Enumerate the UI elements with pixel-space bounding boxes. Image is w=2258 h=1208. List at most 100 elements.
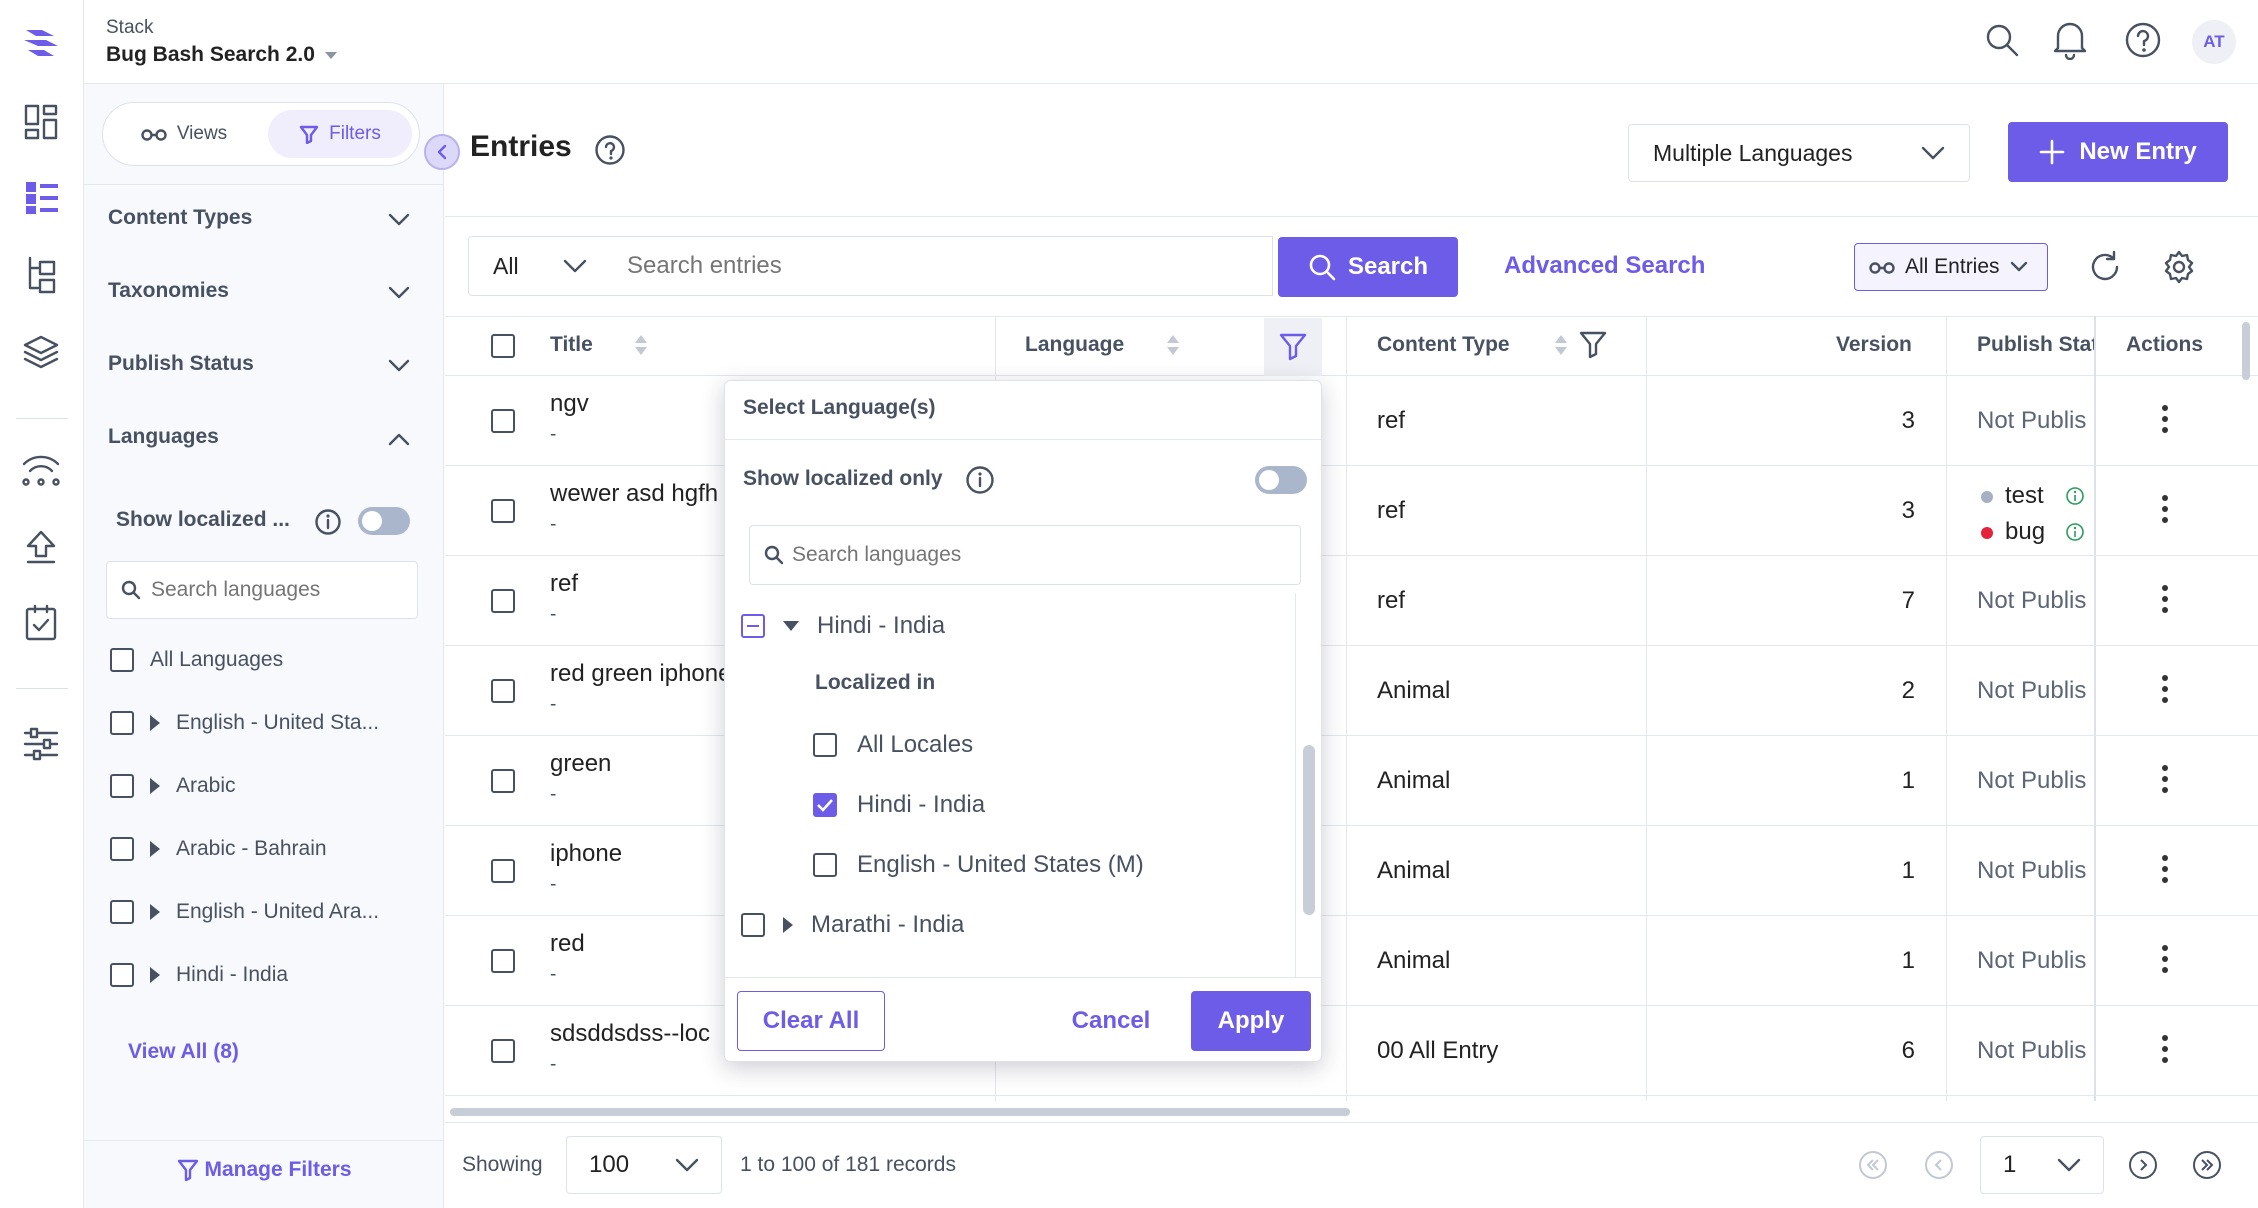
collapse-sidebar-button[interactable]	[424, 134, 460, 170]
search-button[interactable]: Search	[1278, 237, 1458, 297]
last-page-icon[interactable]	[2192, 1150, 2222, 1180]
row-checkbox[interactable]	[491, 409, 515, 433]
table-row[interactable]: ref - ref 7 Not Publis	[445, 556, 2258, 646]
releases-icon[interactable]	[20, 452, 62, 488]
row-actions-icon[interactable]	[2162, 405, 2168, 438]
logo-icon[interactable]	[22, 24, 60, 60]
entries-icon[interactable]	[24, 180, 60, 216]
entry-title[interactable]: sdsddsdss--loc	[550, 1020, 730, 1048]
marathi-group[interactable]: Marathi - India	[741, 911, 964, 939]
expand-icon[interactable]	[150, 841, 160, 857]
checkbox[interactable]	[813, 733, 837, 757]
column-version[interactable]: Version	[1836, 333, 1912, 357]
bell-icon[interactable]	[2052, 20, 2088, 60]
settings-sliders-icon[interactable]	[22, 726, 60, 762]
show-localized-only-toggle[interactable]	[1255, 466, 1307, 494]
entry-title[interactable]: red	[550, 930, 730, 958]
sidebar-search-languages[interactable]	[106, 561, 418, 619]
column-publish-status[interactable]: Publish Stat	[1977, 333, 2095, 357]
expand-icon[interactable]	[783, 917, 793, 933]
table-row[interactable]: sdsddsdss--loc - 00 All Entry 6 Not Publis	[445, 1006, 2258, 1096]
column-title[interactable]: Title	[550, 333, 593, 357]
expand-icon[interactable]	[150, 778, 160, 794]
prev-page-icon[interactable]	[1924, 1150, 1954, 1180]
column-language[interactable]: Language	[1025, 333, 1124, 357]
row-actions-icon[interactable]	[2162, 855, 2168, 888]
row-checkbox[interactable]	[491, 499, 515, 523]
tasks-icon[interactable]	[24, 604, 58, 642]
page-number-select[interactable]: 1	[1980, 1136, 2104, 1194]
language-item[interactable]: Hindi - India	[110, 963, 288, 987]
new-entry-button[interactable]: New Entry	[2008, 122, 2228, 182]
expand-icon[interactable]	[150, 904, 160, 920]
search-scope-select[interactable]: All	[468, 236, 612, 296]
locale-item[interactable]: All Locales	[813, 731, 973, 759]
checkbox[interactable]	[110, 774, 134, 798]
select-all-checkbox[interactable]	[491, 334, 515, 358]
table-row[interactable]: wewer asd hgfh - ref 3 test bug	[445, 466, 2258, 556]
hindi-group[interactable]: Hindi - India	[741, 612, 945, 640]
show-localized-toggle[interactable]	[358, 507, 410, 535]
funnel-icon[interactable]	[1578, 330, 1608, 360]
checkbox[interactable]	[110, 837, 134, 861]
checkbox[interactable]	[813, 853, 837, 877]
avatar[interactable]: AT	[2192, 20, 2236, 64]
language-select[interactable]: Multiple Languages	[1628, 124, 1970, 182]
row-actions-icon[interactable]	[2162, 1035, 2168, 1068]
expand-icon[interactable]	[150, 715, 160, 731]
search-entries-input[interactable]	[611, 236, 1273, 296]
search-languages-input[interactable]	[151, 578, 411, 602]
row-checkbox[interactable]	[491, 1039, 515, 1063]
row-actions-icon[interactable]	[2162, 765, 2168, 798]
language-item[interactable]: English - United Sta...	[110, 711, 379, 735]
section-content-types[interactable]: Content Types	[108, 206, 412, 230]
collapse-icon[interactable]	[783, 621, 799, 631]
advanced-search-link[interactable]: Advanced Search	[1504, 252, 1705, 280]
language-item[interactable]: Arabic - Bahrain	[110, 837, 327, 861]
row-checkbox[interactable]	[491, 949, 515, 973]
checkbox[interactable]	[110, 963, 134, 987]
language-item[interactable]: English - United Ara...	[110, 900, 379, 924]
gear-icon[interactable]	[2162, 250, 2196, 284]
info-icon[interactable]	[965, 465, 995, 495]
entry-title[interactable]: wewer asd hgfh	[550, 480, 730, 508]
apply-button[interactable]: Apply	[1191, 991, 1311, 1051]
content-models-icon[interactable]	[24, 256, 58, 294]
expand-icon[interactable]	[150, 967, 160, 983]
chevron-up-icon[interactable]	[388, 432, 410, 446]
row-actions-icon[interactable]	[2162, 675, 2168, 708]
table-row[interactable]: red - Animal 1 Not Publis	[445, 916, 2258, 1006]
row-actions-icon[interactable]	[2162, 585, 2168, 618]
view-all-link[interactable]: View All (8)	[128, 1040, 239, 1064]
entry-title[interactable]: ref	[550, 570, 730, 598]
checkbox[interactable]	[741, 913, 765, 937]
info-icon[interactable]	[2065, 486, 2085, 506]
section-publish-status[interactable]: Publish Status	[108, 352, 408, 376]
partial-checkbox[interactable]	[741, 614, 765, 638]
chevron-down-icon[interactable]	[388, 213, 410, 227]
assets-icon[interactable]	[22, 334, 60, 370]
locale-item[interactable]: English - United States (M)	[813, 851, 1144, 879]
next-page-icon[interactable]	[2128, 1150, 2158, 1180]
first-page-icon[interactable]	[1858, 1150, 1888, 1180]
table-row[interactable]: green - Animal 1 Not Publis	[445, 736, 2258, 826]
popup-search-languages[interactable]	[749, 525, 1301, 585]
table-row[interactable]: red green iphone - Animal 2 Not Publis	[445, 646, 2258, 736]
language-item[interactable]: All Languages	[110, 648, 283, 672]
locale-item[interactable]: Hindi - India	[813, 791, 985, 819]
clear-all-button[interactable]: Clear All	[737, 991, 885, 1051]
horizontal-scrollbar[interactable]	[450, 1108, 1350, 1116]
row-checkbox[interactable]	[491, 769, 515, 793]
info-icon[interactable]	[2065, 522, 2085, 542]
project-switcher[interactable]: Bug Bash Search 2.0	[106, 43, 337, 67]
row-checkbox[interactable]	[491, 859, 515, 883]
view-selector[interactable]: All Entries	[1854, 243, 2048, 291]
language-item[interactable]: Arabic	[110, 774, 236, 798]
cancel-button[interactable]: Cancel	[1051, 991, 1171, 1051]
help-icon[interactable]	[594, 134, 626, 166]
entry-title[interactable]: green	[550, 750, 730, 778]
page-size-select[interactable]: 100	[566, 1136, 722, 1194]
row-actions-icon[interactable]	[2162, 945, 2168, 978]
row-checkbox[interactable]	[491, 679, 515, 703]
entry-title[interactable]: red green iphone	[550, 660, 730, 688]
